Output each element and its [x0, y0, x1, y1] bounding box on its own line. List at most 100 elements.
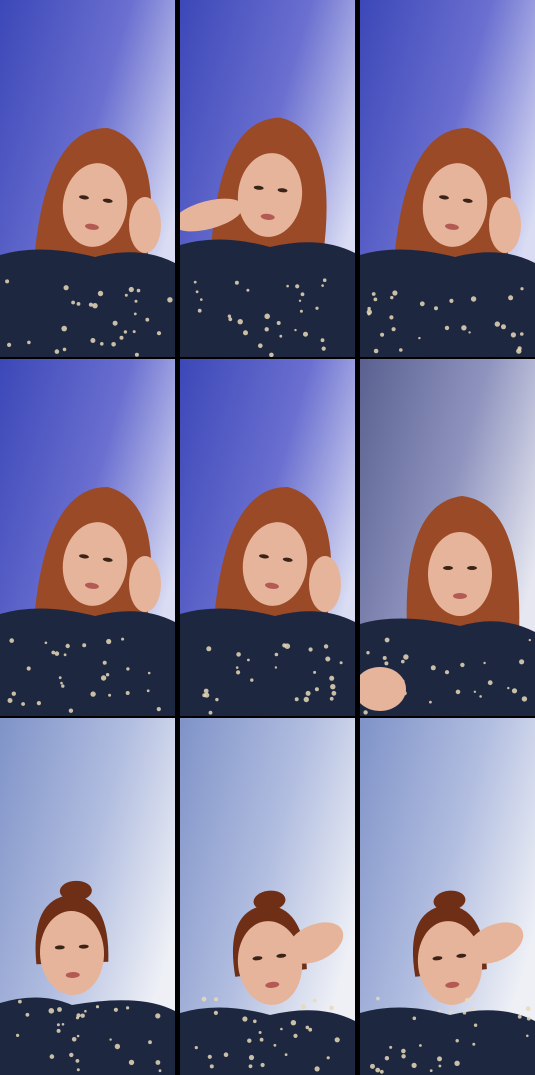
shirt-star [373, 297, 378, 302]
shirt-star [321, 346, 326, 351]
shirt-star [376, 996, 380, 1001]
shirt-star [61, 1023, 65, 1026]
shirt-star [147, 671, 151, 675]
shirt-star [329, 696, 334, 701]
shirt-star [521, 696, 528, 702]
shirt-star [366, 651, 370, 655]
shirt-star [399, 348, 403, 352]
shirt-star [80, 1013, 85, 1018]
video-frame-8 [180, 718, 355, 1075]
shirt-star [465, 997, 470, 1003]
shirt-star [204, 692, 210, 698]
shirt-star [528, 638, 531, 642]
shirt-star [455, 689, 461, 695]
frame-illustration [0, 0, 175, 357]
shirt-star [274, 652, 279, 657]
shirt-star [276, 321, 281, 325]
shirt-star [366, 309, 372, 315]
shirt-star [95, 1005, 100, 1009]
shirt-star [134, 352, 139, 357]
shirt-star [384, 637, 390, 643]
shirt-star [76, 1034, 80, 1038]
shirt-star [253, 1019, 257, 1024]
shirt-star [18, 999, 22, 1004]
shirt-star [269, 352, 274, 357]
shirt-star [36, 701, 42, 706]
shirt-star [136, 288, 141, 293]
shirt-star [237, 319, 243, 325]
shirt-star [248, 1064, 253, 1069]
shirt-star [273, 1043, 277, 1047]
shirt-star [56, 1028, 61, 1033]
shirt-star [76, 1068, 80, 1072]
shirt-star [61, 325, 67, 332]
shirt-star [111, 342, 116, 347]
shirt-star [125, 691, 130, 695]
shirt-star [121, 637, 125, 641]
shirt-star [403, 654, 409, 660]
shirt-star [517, 1014, 522, 1019]
shirt-star [334, 1037, 340, 1043]
shirt-star [145, 317, 150, 322]
shirt-star [473, 1023, 478, 1027]
shirt-star [526, 1034, 529, 1038]
shirt-star [313, 670, 317, 674]
shirt-star [294, 328, 297, 332]
shirt [0, 997, 175, 1075]
shirt-star [460, 662, 465, 668]
shirt-star [472, 1042, 476, 1046]
shirt-star [449, 298, 454, 303]
shirt-star [76, 302, 81, 306]
shirt-star [375, 1067, 381, 1073]
shirt-star [208, 710, 213, 715]
shirt-star [280, 1027, 283, 1031]
video-frame-3 [360, 0, 535, 357]
shirt-star [92, 303, 98, 309]
shirt-star [308, 1027, 313, 1032]
shirt [0, 249, 175, 357]
eye-left [443, 566, 453, 570]
frame-illustration [360, 0, 535, 357]
shirt [360, 249, 535, 357]
shirt [180, 239, 355, 357]
shirt-star [516, 348, 522, 354]
shirt-star [69, 1052, 74, 1058]
shirt-star [401, 1048, 406, 1054]
shirt [180, 608, 355, 716]
shirt-star [60, 681, 63, 685]
shirt-star [155, 1013, 161, 1019]
shirt-star [508, 295, 514, 301]
shirt-star [213, 1010, 218, 1015]
shirt-star [133, 312, 137, 316]
shirt-star [461, 325, 467, 331]
shirt-star [223, 1052, 229, 1057]
hand [129, 197, 161, 253]
shirt-star [209, 1064, 214, 1069]
shirt-star [525, 1006, 531, 1012]
shirt-star [279, 334, 283, 338]
shirt-star [429, 1069, 433, 1072]
shirt-star [7, 698, 13, 703]
shirt-star [323, 644, 329, 649]
shirt-star [303, 696, 309, 703]
shirt-star [373, 348, 379, 354]
shirt-star [100, 675, 107, 681]
shirt-star [242, 1016, 248, 1022]
shirt-star [389, 1045, 393, 1049]
shirt-star [215, 697, 219, 702]
video-frame-6 [360, 359, 535, 716]
shirt-star [501, 324, 506, 330]
video-frame-5 [180, 359, 355, 716]
frame-illustration [180, 718, 355, 1075]
shirt-star [331, 690, 337, 696]
eye-right [467, 566, 477, 570]
shirt-star [247, 658, 250, 662]
shirt-star [102, 660, 107, 665]
shirt-star [97, 290, 104, 297]
video-frame-2 [180, 0, 355, 357]
shirt-star [25, 1012, 30, 1017]
shirt-star [339, 661, 343, 665]
shirt-star [429, 700, 432, 704]
shirt-star [250, 678, 254, 682]
shirt-star [472, 997, 476, 1001]
